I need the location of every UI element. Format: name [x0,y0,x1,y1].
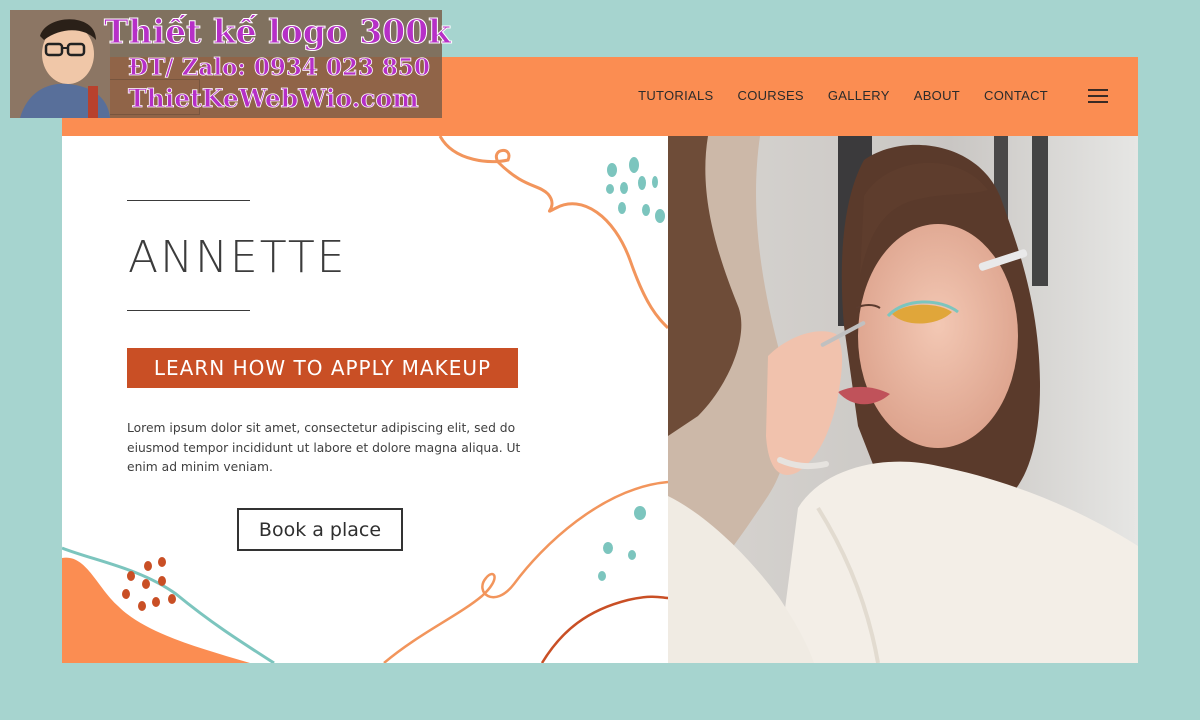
book-a-place-button[interactable]: Book a place [237,508,403,551]
title-rule-bottom [127,310,250,311]
hamburger-icon[interactable] [1088,89,1108,103]
avatar [10,10,110,118]
promo-banner: Thiết kế logo 300k ĐT/ Zalo: 0934 023 85… [10,10,452,118]
hero-left-panel: ANNETTE LEARN HOW TO APPLY MAKEUP Lorem … [62,136,668,663]
promo-phone: ĐT/ Zalo: 0934 023 850 [128,54,431,82]
hero-body-text: Lorem ipsum dolor sit amet, consectetur … [127,421,521,474]
title-rule-top [127,200,250,201]
decorative-swirls [62,136,668,663]
nav-courses[interactable]: COURSES [738,88,804,103]
hero-tagline: LEARN HOW TO APPLY MAKEUP [127,348,518,388]
promo-title: Thiết kế logo 300k [103,12,452,52]
hero-photo [668,136,1138,663]
landing-page-frame: TUTORIALS COURSES GALLERY ABOUT CONTACT [62,57,1138,663]
makeup-artist-photo [668,136,1138,663]
main-nav: TUTORIALS COURSES GALLERY ABOUT CONTACT [638,88,1048,103]
nav-about[interactable]: ABOUT [914,88,960,103]
nav-contact[interactable]: CONTACT [984,88,1048,103]
hero-title: ANNETTE [128,232,347,283]
nav-tutorials[interactable]: TUTORIALS [638,88,713,103]
promo-website: ThietKeWebWio.com [128,84,419,114]
nav-gallery[interactable]: GALLERY [828,88,890,103]
